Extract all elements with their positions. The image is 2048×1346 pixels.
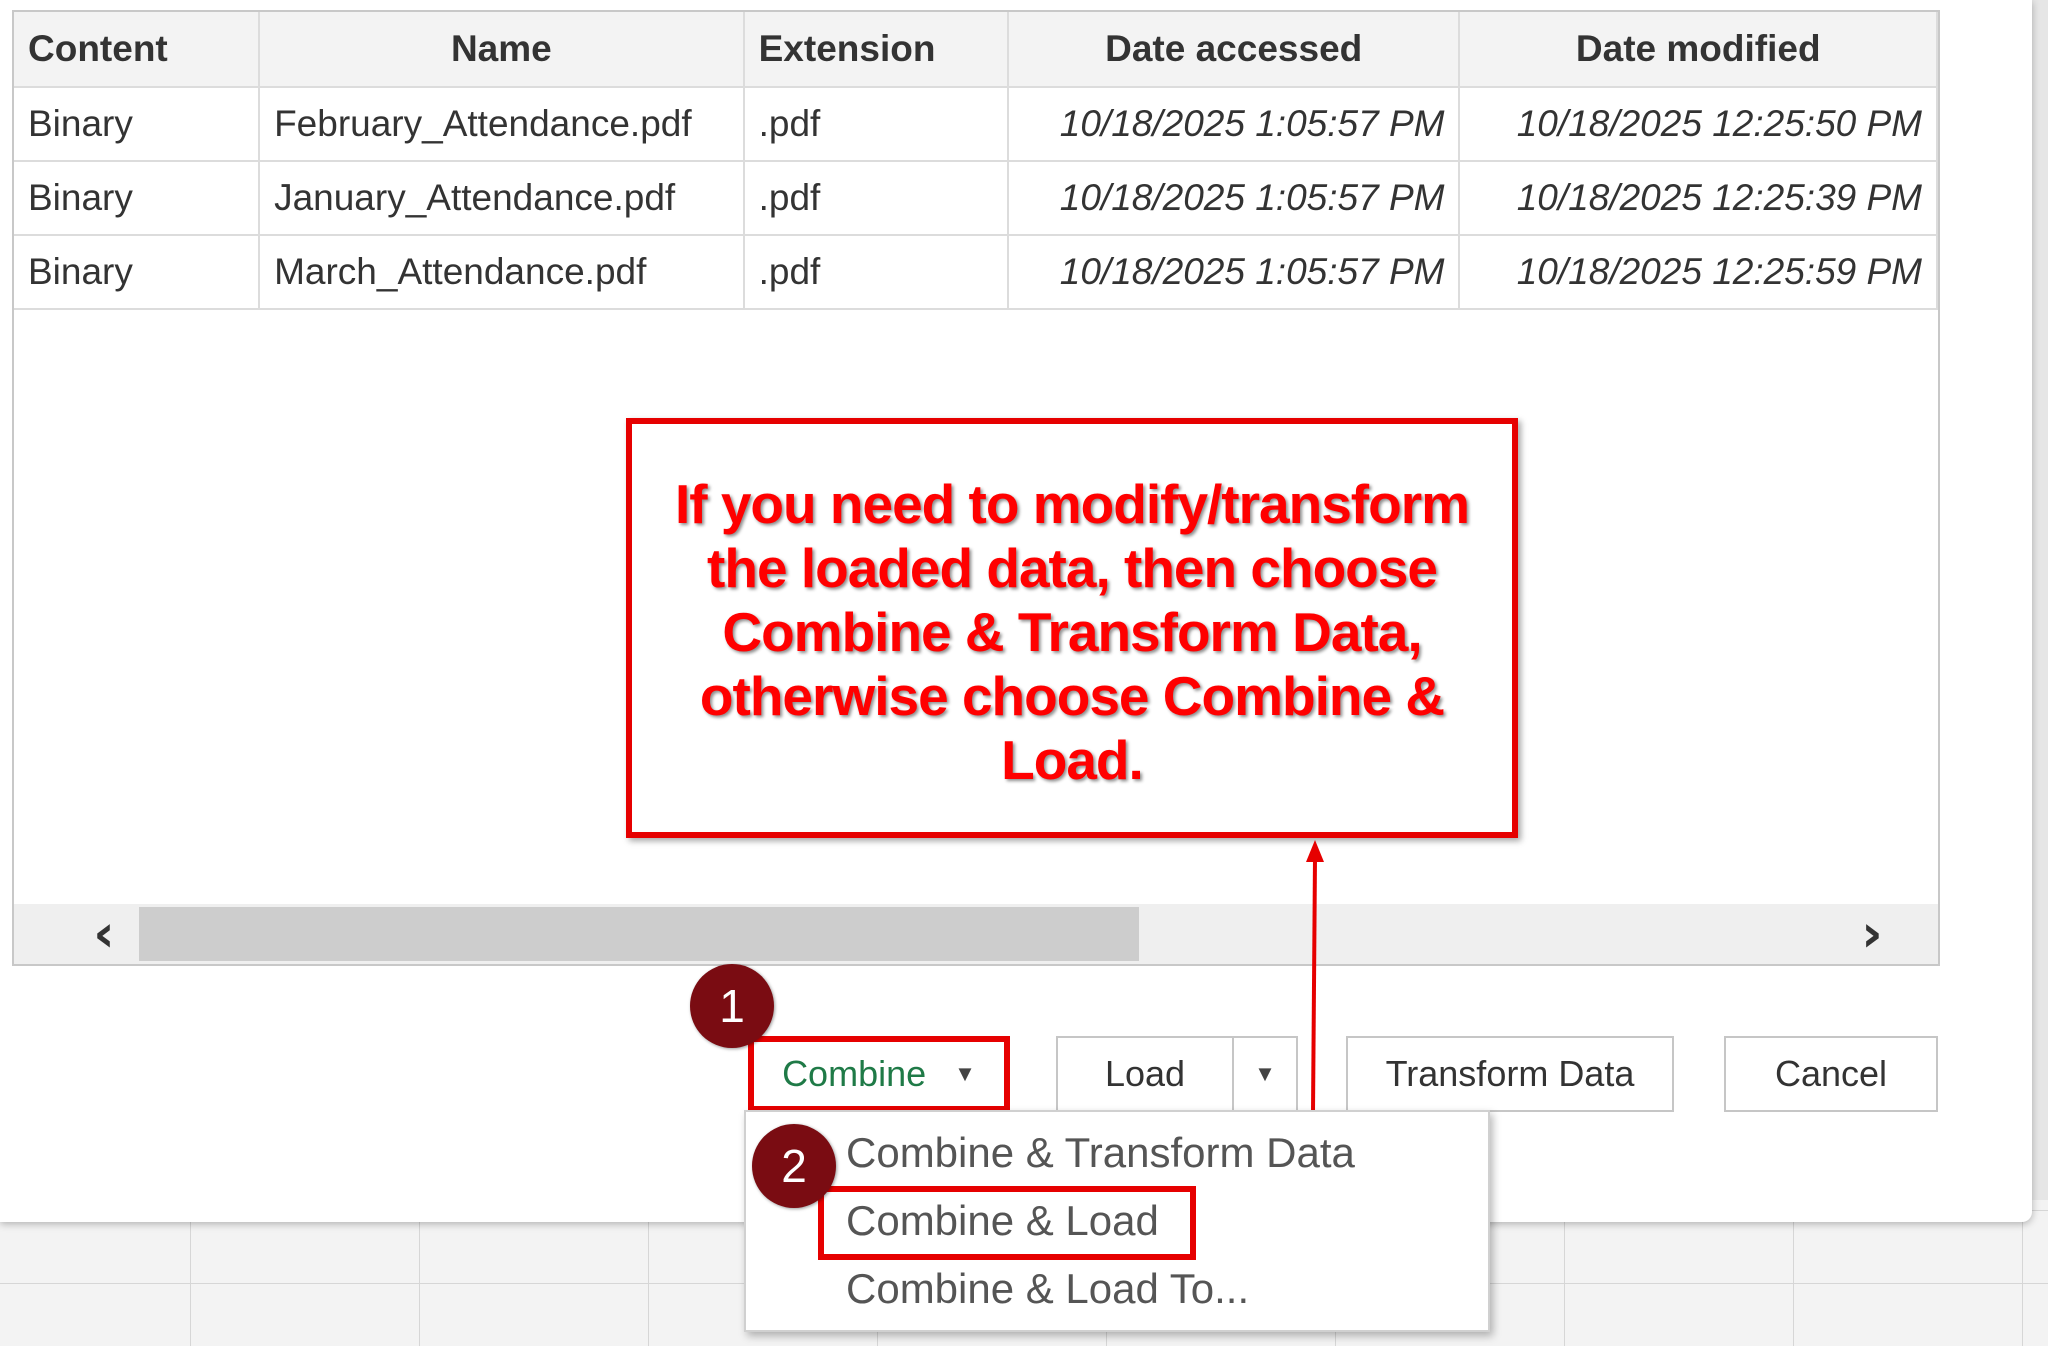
cell-name: January_Attendance.pdf [259, 161, 745, 236]
cell-date-modified: 10/18/2025 12:25:59 PM [1459, 235, 1938, 310]
table-header-row: Content Name Extension Date accessed Dat… [14, 12, 1938, 88]
cell-content: Binary [14, 235, 261, 310]
cell-date-accessed: 10/18/2025 1:05:57 PM [1007, 161, 1461, 236]
column-header-name[interactable]: Name [259, 12, 745, 88]
caret-down-icon: ▼ [954, 1061, 976, 1086]
cell-extension: .pdf [743, 235, 1009, 310]
load-dropdown-button[interactable]: ▼ [1232, 1036, 1298, 1112]
menu-item-combine-load-to[interactable]: Combine & Load To... [846, 1258, 1249, 1320]
callout-text: If you need to modify/transform the load… [674, 473, 1470, 791]
cell-content: Binary [14, 161, 261, 236]
combine-button-label: Combine [782, 1053, 927, 1094]
chevron-right-icon[interactable]: › [1842, 908, 1902, 960]
table-row[interactable]: Binary February_Attendance.pdf .pdf 10/1… [14, 87, 1938, 162]
cell-date-modified: 10/18/2025 12:25:39 PM [1459, 161, 1938, 236]
cell-name: March_Attendance.pdf [259, 235, 745, 310]
load-button-label: Load [1104, 1053, 1186, 1094]
table-row[interactable]: Binary March_Attendance.pdf .pdf 10/18/2… [14, 235, 1938, 310]
cell-name: February_Attendance.pdf [259, 87, 745, 162]
cell-date-modified: 10/18/2025 12:25:50 PM [1459, 87, 1938, 162]
combine-dropdown-menu: Combine & Transform Data Combine & Load … [744, 1110, 1490, 1332]
menu-item-combine-transform[interactable]: Combine & Transform Data [846, 1122, 1355, 1184]
cell-content: Binary [14, 87, 261, 162]
caret-down-icon: ▼ [1254, 1061, 1276, 1086]
cell-date-accessed: 10/18/2025 1:05:57 PM [1007, 235, 1461, 310]
table-row[interactable]: Binary January_Attendance.pdf .pdf 10/18… [14, 161, 1938, 236]
horizontal-scrollbar[interactable]: ‹ › [14, 904, 1938, 964]
instruction-callout: If you need to modify/transform the load… [626, 418, 1518, 838]
cancel-button-label: Cancel [1774, 1053, 1888, 1094]
cell-date-accessed: 10/18/2025 1:05:57 PM [1007, 87, 1461, 162]
highlight-box [818, 1186, 1196, 1260]
step-badge-1: 1 [690, 964, 774, 1048]
step-badge-2: 2 [752, 1124, 836, 1208]
cell-extension: .pdf [743, 161, 1009, 236]
load-button[interactable]: Load [1056, 1036, 1234, 1112]
files-table: Content Name Extension Date accessed Dat… [14, 12, 1938, 310]
column-header-date-modified[interactable]: Date modified [1459, 12, 1938, 88]
combine-button[interactable]: Combine ▼ [748, 1036, 1010, 1112]
column-header-content[interactable]: Content [14, 12, 261, 88]
transform-data-button[interactable]: Transform Data [1346, 1036, 1674, 1112]
navigator-dialog: Content Name Extension Date accessed Dat… [0, 0, 2032, 1222]
cell-extension: .pdf [743, 87, 1009, 162]
transform-data-button-label: Transform Data [1385, 1053, 1635, 1094]
column-header-date-accessed[interactable]: Date accessed [1007, 12, 1461, 88]
scrollbar-thumb[interactable] [139, 907, 1139, 961]
cancel-button[interactable]: Cancel [1724, 1036, 1938, 1112]
chevron-left-icon[interactable]: ‹ [74, 908, 134, 960]
column-header-extension[interactable]: Extension [743, 12, 1009, 88]
callout-arrow [1306, 840, 1324, 1112]
